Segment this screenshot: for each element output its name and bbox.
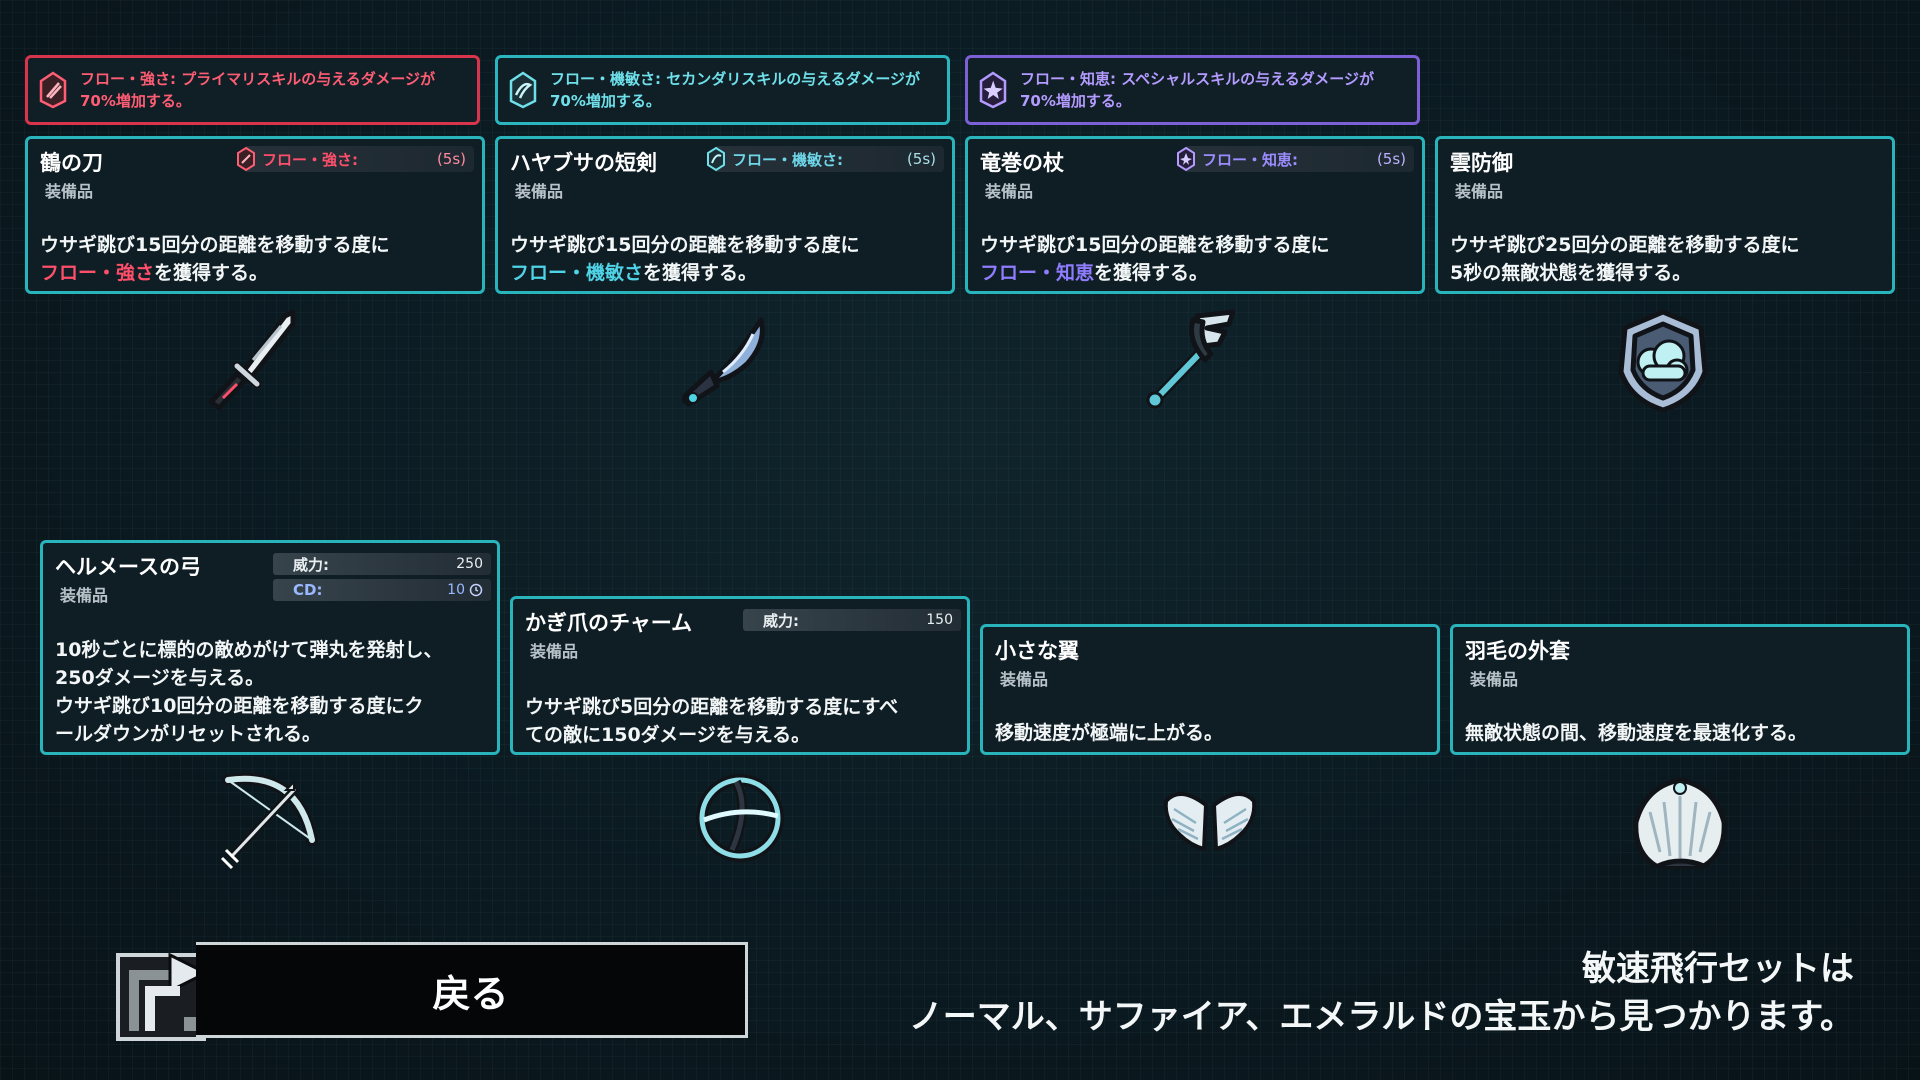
bonus-strength-banner: フロー・強さ: プライマリスキルの与えるダメージが 70%増加する。 <box>25 55 480 125</box>
flow-tag: フロー・機敏さ: (5s) <box>707 146 944 172</box>
flow-tag: フロー・強さ: (5s) <box>237 146 474 172</box>
item-name: 鶴の刀 <box>40 151 103 175</box>
power-label: 威力: <box>763 611 799 630</box>
desc-line: ウサギ跳び15回分の距離を移動する度に <box>980 234 1330 256</box>
set-location-note: 敏速飛行セットは ノーマル、サファイア、エメラルドの宝玉から見つかります。 <box>909 945 1854 1041</box>
flow-tag-duration: (5s) <box>1376 150 1406 168</box>
item-name: 雲防御 <box>1450 151 1513 175</box>
item-card-cloud-defense[interactable]: 雲防御 装備品 ウサギ跳び25回分の距離を移動する度に 5秒の無敵状態を獲得する… <box>1435 136 1895 294</box>
item-card-falcon-dagger[interactable]: ハヤブサの短剣 装備品 フロー・機敏さ: (5s) ウサギ跳び15回分の距離を移… <box>495 136 955 294</box>
item-description: 無敵状態の間、移動速度を最速化する。 <box>1465 719 1807 747</box>
back-button[interactable]: 戻る <box>196 942 748 1038</box>
back-button-label: 戻る <box>432 971 509 1016</box>
set-location-note-line1: 敏速飛行セットは <box>1582 949 1854 989</box>
flow-tag: フロー・知恵: (5s) <box>1177 146 1414 172</box>
bonus-wisdom-text-line2: 70%増加する。 <box>1020 92 1131 110</box>
cloud-shield-icon <box>1618 309 1708 413</box>
item-description: ウサギ跳び15回分の距離を移動する度に フロー・機敏さを獲得する。 <box>510 231 859 287</box>
bonus-agility-banner: フロー・機敏さ: セカンダリスキルの与えるダメージが 70%増加する。 <box>495 55 950 125</box>
item-type: 装備品 <box>1470 670 1519 689</box>
item-name: ヘルメースの弓 <box>55 555 201 579</box>
bonus-wisdom-text-line1: フロー・知恵: スペシャルスキルの与えるダメージが <box>1020 70 1374 88</box>
cooldown-value: 10 <box>447 582 465 598</box>
item-card-claw-charm[interactable]: かぎ爪のチャーム 装備品 威力: 150 ウサギ跳び5回分の距離を移動する度にす… <box>510 596 970 755</box>
power-value: 250 <box>456 556 483 572</box>
desc-line: ての敵に150ダメージを与える。 <box>525 724 811 746</box>
small-wings-icon <box>1163 792 1257 851</box>
item-type: 装備品 <box>45 182 94 201</box>
flow-wisdom-icon <box>979 71 1007 109</box>
item-name: 竜巻の杖 <box>980 151 1064 175</box>
cooldown-stat: CD: 10 <box>273 579 491 601</box>
desc-line: を獲得する。 <box>1094 262 1209 284</box>
item-name: ハヤブサの短剣 <box>510 151 657 175</box>
item-card-hermes-bow[interactable]: ヘルメースの弓 装備品 威力: 250 CD: 10 10秒ごとに標的の敵めがけ… <box>40 540 500 755</box>
desc-highlight: フロー・知恵 <box>980 262 1095 284</box>
desc-line: 5秒の無敵状態を獲得する。 <box>1450 262 1692 284</box>
desc-line: 無敵状態の間、移動速度を最速化する。 <box>1465 722 1808 744</box>
flow-strength-icon <box>39 71 67 109</box>
item-type: 装備品 <box>1000 670 1049 689</box>
item-type: 装備品 <box>530 642 579 661</box>
flow-tag-duration: (5s) <box>436 150 466 168</box>
desc-line: 250ダメージを与える。 <box>55 667 265 689</box>
bonus-strength-text-line2: 70%増加する。 <box>80 92 191 110</box>
desc-highlight: フロー・機敏さ <box>510 262 644 284</box>
claw-charm-icon <box>696 774 784 862</box>
desc-highlight: フロー・強さ <box>40 262 155 284</box>
flow-wisdom-icon <box>1177 147 1195 171</box>
item-name: 羽毛の外套 <box>1465 639 1570 663</box>
item-description: 移動速度が極端に上がる。 <box>995 719 1223 747</box>
flow-tag-label: フロー・機敏さ: <box>732 150 843 169</box>
bonus-agility-text-line1: フロー・機敏さ: セカンダリスキルの与えるダメージが <box>550 70 921 88</box>
power-stat: 威力: 150 <box>743 609 961 631</box>
power-stat: 威力: 250 <box>273 553 491 575</box>
item-type: 装備品 <box>515 182 564 201</box>
desc-line: ウサギ跳び15回分の距離を移動する度に <box>40 234 390 256</box>
flow-tag-label: フロー・知恵: <box>1202 150 1298 169</box>
item-type: 装備品 <box>60 586 109 605</box>
flow-tag-label: フロー・強さ: <box>262 150 358 169</box>
item-description: ウサギ跳び5回分の距離を移動する度にすべ ての敵に150ダメージを与える。 <box>525 693 898 749</box>
set-location-note-line2: ノーマル、サファイア、エメラルドの宝玉から見つかります。 <box>908 997 1854 1037</box>
power-label: 威力: <box>293 555 329 574</box>
item-name: かぎ爪のチャーム <box>525 611 693 635</box>
bow-icon <box>220 772 318 870</box>
tornado-staff-icon <box>1146 309 1236 409</box>
bonus-wisdom-banner: フロー・知恵: スペシャルスキルの与えるダメージが 70%増加する。 <box>965 55 1420 125</box>
desc-line: を獲得する。 <box>154 262 269 284</box>
item-description: 10秒ごとに標的の敵めがけて弾丸を発射し、 250ダメージを与える。 ウサギ跳び… <box>55 636 442 748</box>
desc-line: ウサギ跳び10回分の距離を移動する度にク <box>55 695 424 717</box>
katana-icon <box>208 309 296 411</box>
item-card-feather-cloak[interactable]: 羽毛の外套 装備品 無敵状態の間、移動速度を最速化する。 <box>1450 624 1910 755</box>
flow-agility-icon <box>707 147 725 171</box>
bonus-agility-text-line2: 70%増加する。 <box>550 92 661 110</box>
desc-line: 移動速度が極端に上がる。 <box>995 722 1224 744</box>
desc-line: ウサギ跳び15回分の距離を移動する度に <box>510 234 860 256</box>
dagger-icon <box>681 317 765 407</box>
item-description: ウサギ跳び15回分の距離を移動する度に フロー・強さを獲得する。 <box>40 231 389 287</box>
item-description: ウサギ跳び25回分の距離を移動する度に 5秒の無敵状態を獲得する。 <box>1450 231 1799 287</box>
flow-tag-duration: (5s) <box>906 150 936 168</box>
power-value: 150 <box>926 612 953 628</box>
cooldown-label: CD: <box>293 581 323 599</box>
clock-icon <box>469 583 483 597</box>
item-card-crane-katana[interactable]: 鶴の刀 装備品 フロー・強さ: (5s) ウサギ跳び15回分の距離を移動する度に… <box>25 136 485 294</box>
flow-strength-icon <box>237 147 255 171</box>
desc-line: を獲得する。 <box>643 262 758 284</box>
item-type: 装備品 <box>985 182 1034 201</box>
flow-agility-icon <box>509 71 537 109</box>
desc-line: 10秒ごとに標的の敵めがけて弾丸を発射し、 <box>55 639 443 661</box>
item-card-small-wings[interactable]: 小さな翼 装備品 移動速度が極端に上がる。 <box>980 624 1440 755</box>
item-name: 小さな翼 <box>995 639 1079 663</box>
desc-line: ールダウンがリセットされる。 <box>55 723 322 745</box>
feather-cloak-icon <box>1633 777 1727 869</box>
item-card-tornado-staff[interactable]: 竜巻の杖 装備品 フロー・知恵: (5s) ウサギ跳び15回分の距離を移動する度… <box>965 136 1425 294</box>
bonus-strength-text-line1: フロー・強さ: プライマリスキルの与えるダメージが <box>80 70 436 88</box>
item-description: ウサギ跳び15回分の距離を移動する度に フロー・知恵を獲得する。 <box>980 231 1329 287</box>
item-type: 装備品 <box>1455 182 1504 201</box>
desc-line: ウサギ跳び5回分の距離を移動する度にすべ <box>525 696 899 718</box>
desc-line: ウサギ跳び25回分の距離を移動する度に <box>1450 234 1800 256</box>
